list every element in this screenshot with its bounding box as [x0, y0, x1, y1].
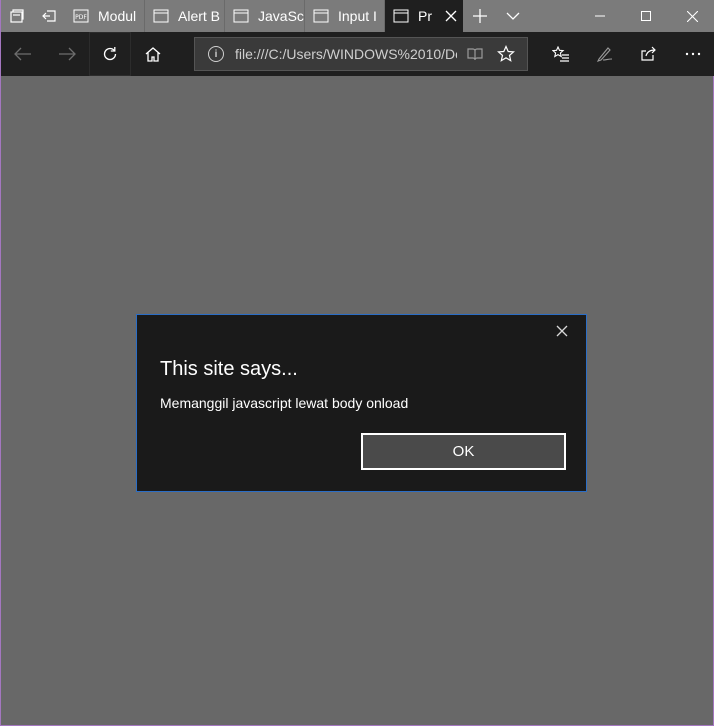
maximize-button[interactable]: [623, 0, 669, 32]
close-window-button[interactable]: [669, 0, 714, 32]
favorite-star-icon[interactable]: [497, 45, 515, 63]
favorites-hub-icon[interactable]: [539, 32, 583, 76]
tab-javascript[interactable]: JavaSc: [225, 0, 305, 32]
tab-label: Pro: [418, 8, 432, 24]
chevron-down-icon[interactable]: [497, 0, 529, 32]
info-icon[interactable]: i: [208, 46, 224, 62]
page-icon: [153, 9, 169, 23]
close-tab-icon[interactable]: [445, 10, 457, 22]
page-icon: [233, 9, 249, 23]
tab-alert[interactable]: Alert B: [145, 0, 225, 32]
address-url[interactable]: file:///C:/Users/WINDOWS%2010/Docu: [235, 46, 457, 62]
new-tab-icon[interactable]: [463, 0, 497, 32]
page-icon: [393, 9, 409, 23]
page-icon: [313, 9, 329, 23]
tab-input[interactable]: Input I: [305, 0, 385, 32]
set-tabs-aside-icon[interactable]: [33, 0, 65, 32]
tab-active[interactable]: Pro: [385, 0, 463, 32]
close-icon[interactable]: [552, 321, 572, 341]
forward-button[interactable]: [45, 32, 89, 76]
refresh-button[interactable]: [89, 32, 131, 76]
address-bar[interactable]: i file:///C:/Users/WINDOWS%2010/Docu: [194, 37, 528, 71]
back-button[interactable]: [1, 32, 45, 76]
reading-view-icon[interactable]: [467, 47, 483, 61]
navigation-bar: i file:///C:/Users/WINDOWS%2010/Docu: [1, 32, 714, 76]
alert-dialog: This site says... Memanggil javascript l…: [136, 314, 587, 492]
tab-manager-icon[interactable]: [1, 0, 33, 32]
dialog-title: This site says...: [160, 358, 298, 380]
dialog-message: Memanggil javascript lewat body onload: [160, 395, 409, 411]
pdf-icon: PDF: [73, 9, 89, 23]
home-button[interactable]: [131, 32, 175, 76]
tab-label: Input I: [338, 8, 377, 24]
pen-icon[interactable]: [583, 32, 627, 76]
tab-label: Alert B: [178, 8, 221, 24]
more-options-icon[interactable]: [671, 32, 714, 76]
tab-label: Modul: [98, 8, 137, 24]
svg-text:PDF: PDF: [75, 14, 87, 21]
tab-modul[interactable]: PDF Modul: [65, 0, 145, 32]
share-icon[interactable]: [627, 32, 671, 76]
minimize-button[interactable]: [577, 0, 623, 32]
tab-label: JavaSc: [258, 8, 304, 24]
title-bar: PDF Modul Alert B JavaSc Input I Pro: [1, 0, 714, 32]
ok-button[interactable]: OK: [361, 433, 566, 470]
